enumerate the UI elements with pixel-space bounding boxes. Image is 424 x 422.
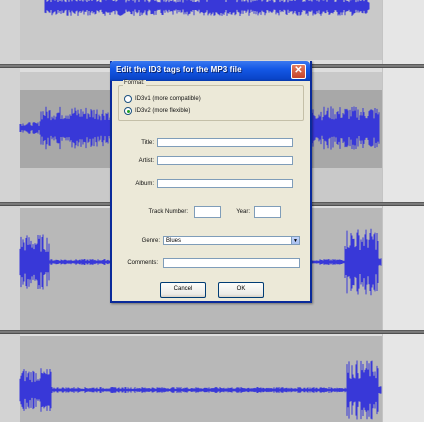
radio-button[interactable] bbox=[124, 95, 132, 103]
genre-selected-value: Blues bbox=[166, 238, 182, 244]
title-label: Title: bbox=[141, 140, 154, 146]
year-label: Year: bbox=[236, 209, 250, 215]
radio-id3v2-label: ID3v2 (more flexible) bbox=[135, 108, 191, 114]
close-icon: ✕ bbox=[294, 65, 303, 76]
album-label: Album: bbox=[135, 181, 154, 187]
artist-field[interactable] bbox=[157, 156, 293, 165]
year-field[interactable] bbox=[254, 206, 281, 218]
cancel-button[interactable]: Cancel bbox=[160, 282, 206, 298]
track-number-label: Track Number: bbox=[148, 209, 188, 215]
radio-button-selected[interactable] bbox=[124, 107, 132, 115]
dialog-title: Edit the ID3 tags for the MP3 file bbox=[116, 65, 242, 74]
format-groupbox: Format: ID3v1 (more compatible) ID3v2 (m… bbox=[118, 80, 304, 121]
radio-id3v1-label: ID3v1 (more compatible) bbox=[135, 96, 201, 102]
title-field[interactable] bbox=[157, 138, 293, 147]
genre-label: Genre: bbox=[141, 238, 160, 244]
artist-label: Artist: bbox=[138, 158, 154, 164]
genre-select[interactable]: Blues ▼ bbox=[163, 236, 300, 245]
ok-button[interactable]: OK bbox=[218, 282, 264, 298]
track-number-field[interactable] bbox=[194, 206, 221, 218]
radio-id3v1[interactable]: ID3v1 (more compatible) bbox=[124, 95, 201, 103]
close-button[interactable]: ✕ bbox=[291, 64, 306, 79]
chevron-down-icon[interactable]: ▼ bbox=[291, 237, 299, 244]
comments-field[interactable] bbox=[163, 258, 300, 268]
dialog-titlebar[interactable]: Edit the ID3 tags for the MP3 file ✕ bbox=[110, 61, 310, 81]
id3-tags-dialog: Edit the ID3 tags for the MP3 file ✕ For… bbox=[110, 61, 312, 303]
radio-id3v2[interactable]: ID3v2 (more flexible) bbox=[124, 107, 190, 115]
album-field[interactable] bbox=[157, 179, 293, 188]
comments-label: Comments: bbox=[127, 260, 158, 266]
format-label: Format: bbox=[123, 80, 146, 86]
